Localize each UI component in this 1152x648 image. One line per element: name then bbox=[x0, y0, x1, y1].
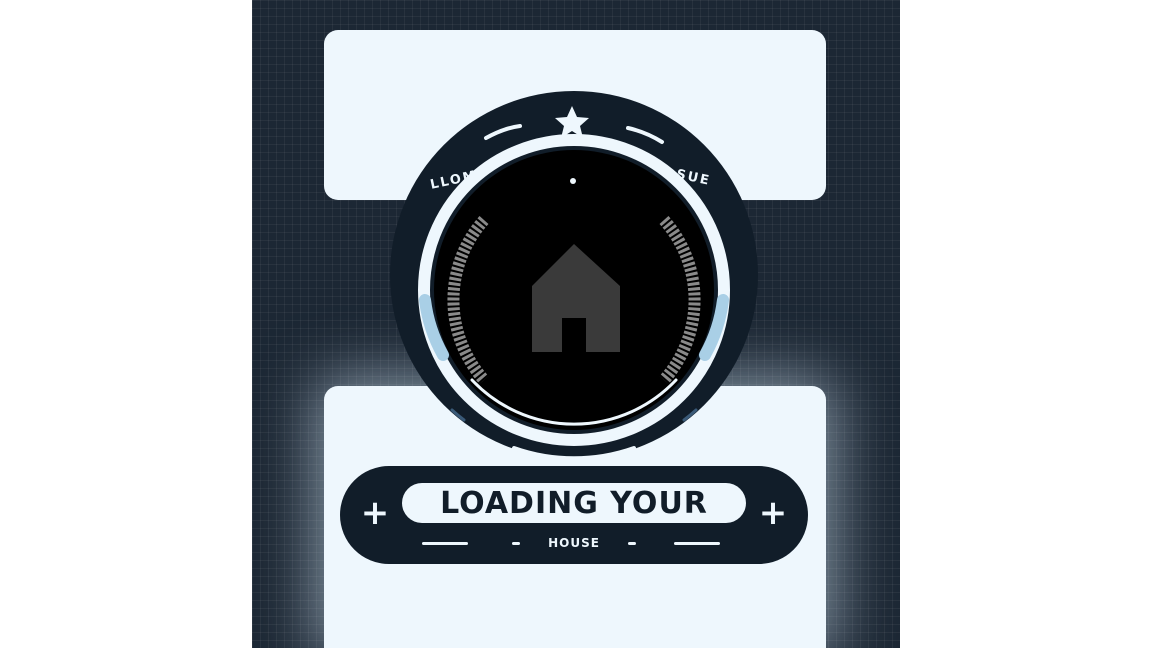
loading-subtitle: HOUSE bbox=[548, 536, 600, 550]
indicator-dot bbox=[570, 178, 576, 184]
banner-dash-right bbox=[674, 542, 720, 545]
title-pill: LOADING YOUR bbox=[402, 483, 746, 523]
banner-dash-small-right bbox=[628, 542, 636, 545]
loading-title: LOADING YOUR bbox=[440, 485, 708, 521]
loading-screen: LLOM I-SUE + LOADING YOUR + HOUSE bbox=[0, 0, 1152, 648]
plus-icon: + bbox=[360, 493, 390, 533]
banner-dash-left bbox=[422, 542, 468, 545]
loading-banner: + LOADING YOUR + HOUSE bbox=[340, 466, 808, 564]
banner-dash-small-left bbox=[512, 542, 520, 545]
loader-panel: LLOM I-SUE + LOADING YOUR + HOUSE bbox=[252, 0, 900, 648]
plus-icon: + bbox=[758, 493, 788, 533]
